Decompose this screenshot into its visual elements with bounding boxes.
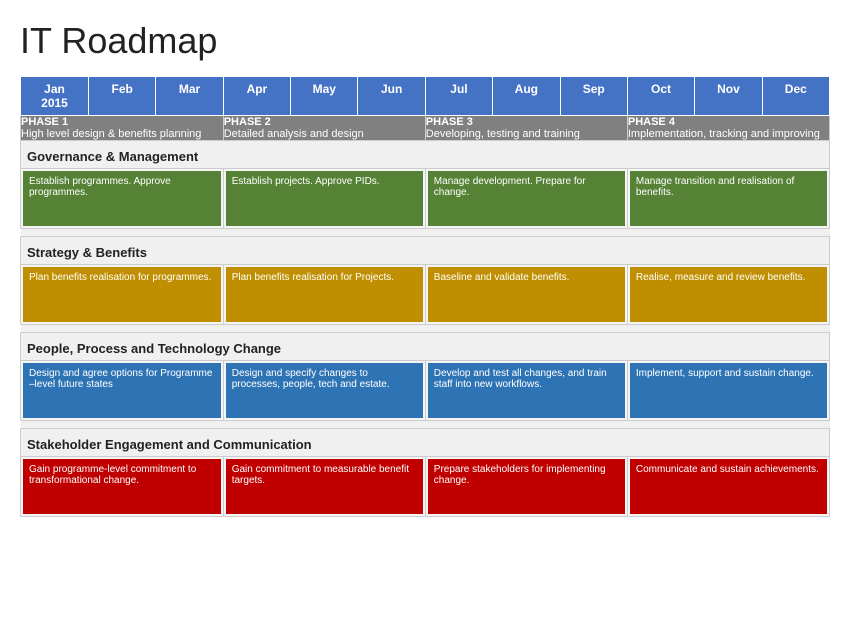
stake-act-1-box: Gain programme-level commitment to trans… (23, 459, 221, 514)
gov-act-4: Manage transition and realisation of ben… (627, 169, 829, 229)
stake-act-2-box: Gain commitment to measurable benefit ta… (226, 459, 423, 514)
stake-act-2: Gain commitment to measurable benefit ta… (223, 457, 425, 517)
gov-act-1: Establish programmes. Approve programmes… (21, 169, 224, 229)
gov-act-3: Manage development. Prepare for change. (425, 169, 627, 229)
month-jul: Jul (425, 77, 492, 116)
governance-section-header: Governance & Management (21, 141, 830, 169)
roadmap-table: Jan2015 Feb Mar Apr May Jun Jul Aug Sep … (20, 76, 830, 517)
people-act-2: Design and specify changes to processes,… (223, 361, 425, 421)
gov-act-1-box: Establish programmes. Approve programmes… (23, 171, 221, 226)
phase-1-cell: PHASE 1 High level design & benefits pla… (21, 116, 224, 141)
phase-2-title: PHASE 2 (224, 116, 425, 128)
strat-act-1-box: Plan benefits realisation for programmes… (23, 267, 221, 322)
page-title: IT Roadmap (20, 20, 830, 62)
people-act-1-box: Design and agree options for Programme –… (23, 363, 221, 418)
month-dec: Dec (762, 77, 829, 116)
stake-act-3-box: Prepare stakeholders for implementing ch… (428, 459, 625, 514)
people-act-4-box: Implement, support and sustain change. (630, 363, 827, 418)
governance-activity-row: Establish programmes. Approve programmes… (21, 169, 830, 229)
strategy-activity-row: Plan benefits realisation for programmes… (21, 265, 830, 325)
phase-2-subtitle: Detailed analysis and design (224, 128, 425, 140)
strat-act-3: Baseline and validate benefits. (425, 265, 627, 325)
phase-2-cell: PHASE 2 Detailed analysis and design (223, 116, 425, 141)
phase-1-subtitle: High level design & benefits planning (21, 128, 223, 140)
stakeholder-label: Stakeholder Engagement and Communication (21, 429, 830, 457)
people-act-2-box: Design and specify changes to processes,… (226, 363, 423, 418)
phase-4-title: PHASE 4 (628, 116, 829, 128)
strategy-section-header: Strategy & Benefits (21, 237, 830, 265)
phase-4-subtitle: Implementation, tracking and improving (628, 128, 829, 140)
gov-act-2-box: Establish projects. Approve PIDs. (226, 171, 423, 226)
people-act-3: Develop and test all changes, and train … (425, 361, 627, 421)
strat-act-2: Plan benefits realisation for Projects. (223, 265, 425, 325)
strat-act-3-box: Baseline and validate benefits. (428, 267, 625, 322)
phase-3-title: PHASE 3 (426, 116, 627, 128)
month-apr: Apr (223, 77, 290, 116)
month-nov: Nov (695, 77, 762, 116)
strat-act-2-box: Plan benefits realisation for Projects. (226, 267, 423, 322)
people-activity-row: Design and agree options for Programme –… (21, 361, 830, 421)
people-section-header: People, Process and Technology Change (21, 333, 830, 361)
month-jan: Jan2015 (21, 77, 89, 116)
strat-act-1: Plan benefits realisation for programmes… (21, 265, 224, 325)
header-row: Jan2015 Feb Mar Apr May Jun Jul Aug Sep … (21, 77, 830, 116)
gov-act-4-box: Manage transition and realisation of ben… (630, 171, 827, 226)
stakeholder-section-header: Stakeholder Engagement and Communication (21, 429, 830, 457)
stake-act-4: Communicate and sustain achievements. (627, 457, 829, 517)
people-act-3-box: Develop and test all changes, and train … (428, 363, 625, 418)
month-oct: Oct (627, 77, 694, 116)
people-label: People, Process and Technology Change (21, 333, 830, 361)
gov-act-3-box: Manage development. Prepare for change. (428, 171, 625, 226)
stake-act-3: Prepare stakeholders for implementing ch… (425, 457, 627, 517)
month-jun: Jun (358, 77, 425, 116)
people-act-4: Implement, support and sustain change. (627, 361, 829, 421)
month-sep: Sep (560, 77, 627, 116)
stakeholder-activity-row: Gain programme-level commitment to trans… (21, 457, 830, 517)
governance-label: Governance & Management (21, 141, 830, 169)
stake-act-1: Gain programme-level commitment to trans… (21, 457, 224, 517)
gov-act-2: Establish projects. Approve PIDs. (223, 169, 425, 229)
month-feb: Feb (89, 77, 156, 116)
phase-4-cell: PHASE 4 Implementation, tracking and imp… (627, 116, 829, 141)
strategy-label: Strategy & Benefits (21, 237, 830, 265)
phase-1-title: PHASE 1 (21, 116, 223, 128)
strat-act-4: Realise, measure and review benefits. (627, 265, 829, 325)
phase-3-subtitle: Developing, testing and training (426, 128, 627, 140)
month-may: May (291, 77, 358, 116)
stake-act-4-box: Communicate and sustain achievements. (630, 459, 827, 514)
strat-act-4-box: Realise, measure and review benefits. (630, 267, 827, 322)
people-act-1: Design and agree options for Programme –… (21, 361, 224, 421)
month-aug: Aug (493, 77, 560, 116)
phase-row: PHASE 1 High level design & benefits pla… (21, 116, 830, 141)
month-mar: Mar (156, 77, 223, 116)
phase-3-cell: PHASE 3 Developing, testing and training (425, 116, 627, 141)
